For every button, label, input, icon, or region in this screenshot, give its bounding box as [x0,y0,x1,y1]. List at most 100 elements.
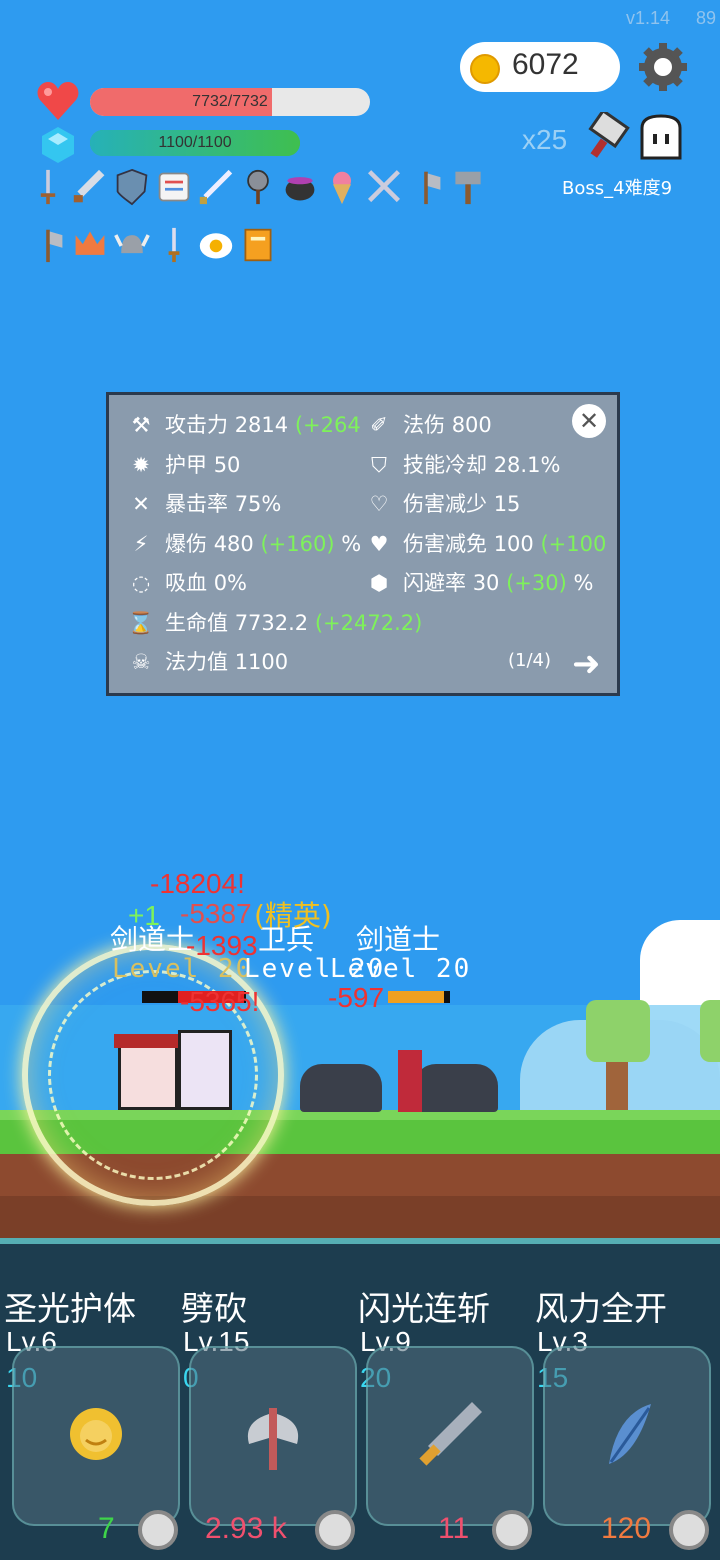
short-sword-icon[interactable] [156,224,192,266]
stat-row: ⚡ 爆伤 480 (+160) % [127,528,362,558]
skill-refresh-icon[interactable] [315,1510,355,1550]
sun-icon: ✹ [132,452,150,477]
book-icon[interactable] [240,224,276,266]
cauldron-icon[interactable] [282,166,318,208]
viking-helmet-icon[interactable] [114,224,150,266]
stat-value: 15 [493,492,521,516]
mace-icon[interactable] [240,166,276,208]
shield-icon[interactable] [114,166,150,208]
stat-suffix: % [566,571,594,595]
boss-difficulty-label: Boss_4难度9 [562,178,673,199]
stat-label: 生命值 [165,610,235,635]
lifesteal-icon: ◌ [131,571,151,595]
skill-card[interactable] [189,1346,357,1526]
stat-value: 800 [451,413,492,437]
skill-refresh-icon[interactable] [138,1510,178,1550]
tree-canopy [586,1000,650,1062]
stat-value: 1100 [234,650,289,674]
lightning-icon: ⚡ [133,531,149,556]
stat-value: 7732.2 [234,610,309,635]
coin-amount: 6072 [512,48,579,81]
stat-row: ♥ 伤害减免 100 (+100 [365,528,607,558]
enemy-hp-bar [388,991,450,1003]
axe-icon[interactable] [30,224,66,266]
stat-value: 28.1% [493,452,561,477]
skill-card[interactable] [12,1346,180,1526]
mana-crystal-icon [42,127,74,167]
stat-value: 75% [234,492,282,516]
tree-trunk [606,1062,628,1112]
crit-icon: ✕ [132,492,150,516]
stat-suffix: % [334,531,362,556]
skill-name: 劈砍 [181,1289,247,1328]
battle-axe-icon [247,1408,299,1470]
hp-bar: 7732/7732 [90,88,370,116]
damage-number: -18204! [150,868,245,899]
stat-value: 2814 [234,413,289,437]
stat-value: 480 [213,531,254,556]
close-button[interactable]: ✕ [572,404,606,438]
blade-icon[interactable] [198,166,234,208]
skill-value: 2.93 k [205,1512,287,1545]
damage-number: -5365! [180,986,260,1017]
stat-label: 法力值 [165,650,235,674]
skill-card[interactable] [366,1346,534,1526]
next-page-arrow-icon[interactable]: ➜ [572,644,601,684]
fried-egg-icon[interactable] [198,224,234,266]
scroll-icon[interactable] [156,166,192,208]
skill-value: 7 [98,1512,115,1545]
heart-shield-icon: ♡ [369,492,389,516]
damage-number: -5387 [180,898,252,929]
elite-tag: (精英) [254,899,332,932]
ghost-icon [638,114,684,166]
stat-bonus: (+160) [253,531,335,556]
stat-value: 100 [493,531,534,556]
skill-name: 圣光护体 [4,1289,136,1328]
coin-counter: 6072 [460,42,620,92]
crossed-swords-icon[interactable] [366,166,402,208]
stat-row: ✕ 暴击率 75% [127,488,281,518]
shield-stat-icon: ⛉ [371,452,387,477]
heart-icon [36,80,80,126]
dagger-icon[interactable] [30,166,66,208]
axe-stat-icon: ⚒ [131,413,151,437]
stat-label: 爆伤 [165,531,214,556]
page-indicator: (1/4) [508,650,552,671]
enemy-level: Level 20 [330,954,472,984]
stat-value: 50 [213,452,241,477]
equipment-row [30,224,276,266]
gem-icon: ⬢ [369,571,389,595]
stat-value: 0% [213,571,248,595]
settings-gear-icon[interactable] [638,42,688,92]
ally-character [178,1030,232,1110]
version-label: v1.14 [625,8,670,28]
hp-text: 7732/7732 [192,93,268,110]
stat-label: 吸血 [165,571,214,595]
skill-card[interactable] [543,1346,711,1526]
hammer-icon[interactable] [450,166,486,208]
stat-row: ☠ 法力值 1100 [127,646,289,676]
stat-label: 伤害减少 [403,492,494,516]
multiplier-label: x25 [522,124,568,155]
fps-counter: 89 [695,8,716,28]
stat-row: ♡ 伤害减少 15 [365,488,521,518]
stat-label: 伤害减免 [403,531,494,556]
stat-row: ✹ 护甲 50 [127,449,240,479]
crown-icon[interactable] [72,224,108,266]
skill-refresh-icon[interactable] [669,1510,709,1550]
skill-bar-divider [0,1238,720,1244]
coin-icon [470,54,500,84]
player-headband [114,1034,182,1048]
dirt-shadow [0,1196,720,1238]
stat-row: ⬢ 闪避率 30 (+30) % [365,567,594,597]
stat-row: ⛉ 技能冷却 28.1% [365,449,560,479]
stat-row: ◌ 吸血 0% [127,567,247,597]
sword-skill-icon [419,1402,482,1466]
mp-bar: 1100/1100 [90,130,300,156]
stat-bonus: (+264 [288,413,361,437]
axe-icon[interactable] [408,166,444,208]
stat-label: 闪避率 [403,571,473,595]
sword-icon[interactable] [72,166,108,208]
ice-cream-icon[interactable] [324,166,360,208]
skill-refresh-icon[interactable] [492,1510,532,1550]
